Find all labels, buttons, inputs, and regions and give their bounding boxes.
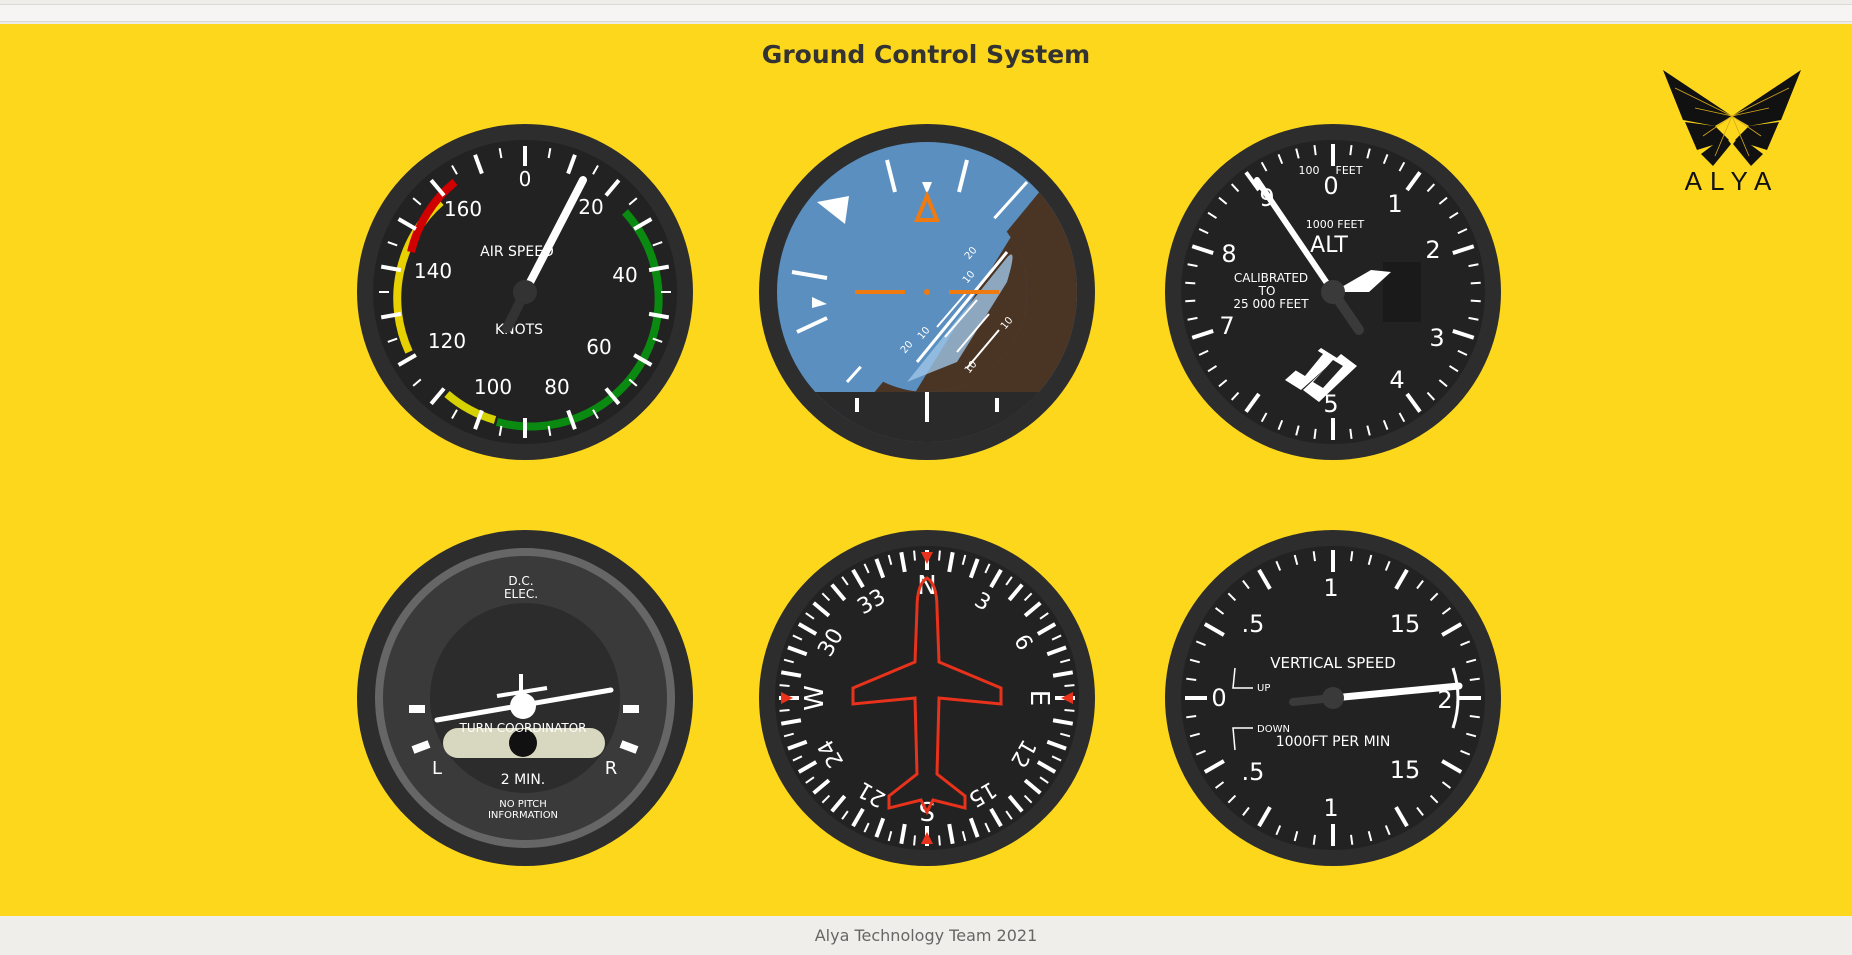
tick-mark (1470, 299, 1481, 303)
vsi-number: 0 (1211, 684, 1226, 712)
tick-mark (938, 835, 941, 846)
airspeed-indicator: 0 20 40 60 80 100 120 140 160 AIR SPEED … (355, 122, 695, 462)
airspeed-number: 120 (428, 329, 466, 353)
vsi-down-label: DOWN (1257, 724, 1290, 735)
altimeter-calibrated-label: TO (1258, 284, 1276, 298)
altimeter-number: 8 (1221, 240, 1236, 268)
tick-mark (1185, 281, 1196, 285)
airspeed-number: 40 (612, 263, 637, 287)
altimeter-number: 2 (1425, 236, 1440, 264)
tick-mark (1470, 281, 1481, 285)
vsi-number: 1 (1323, 574, 1338, 602)
vsi-number: 1 (1323, 794, 1338, 822)
two-min-label: 2 MIN. (501, 772, 546, 788)
tick-mark (913, 550, 916, 561)
tick-mark (1185, 299, 1196, 303)
elec-label: ELEC. (504, 587, 538, 601)
vsi-title: VERTICAL SPEED (1270, 654, 1396, 672)
vsi-number: 15 (1390, 610, 1421, 638)
altimeter-100-label: 100 (1299, 164, 1320, 177)
left-label: L (432, 758, 442, 779)
no-pitch-label: NO PITCH (499, 799, 547, 810)
altimeter-number: 7 (1219, 312, 1234, 340)
altimeter-alt-label: ALT (1310, 233, 1348, 258)
airspeed-number: 80 (544, 375, 569, 399)
tick-mark (1313, 145, 1317, 156)
tick-mark (1312, 834, 1316, 845)
airspeed-number: 160 (444, 197, 482, 221)
no-pitch-info-label: INFORMATION (488, 810, 558, 821)
right-label: R (605, 758, 618, 779)
vsi-number: .5 (1242, 610, 1265, 638)
alya-logo: ALYA (1655, 58, 1810, 198)
tick-mark (1349, 428, 1353, 439)
page-title: Ground Control System (761, 40, 1091, 69)
turn-coordinator: D.C. ELEC. TURN COORDINATOR 2 MIN. L R N… (355, 528, 695, 868)
heading-label: E (1024, 690, 1054, 706)
attitude-indicator: 20 10 10 20 10 10 (757, 122, 1097, 462)
footer-credit: Alya Technology Team 2021 (814, 926, 1038, 945)
altimeter-calibrated-label: 25 000 FEET (1233, 297, 1309, 311)
altimeter-kollsman-window (1383, 262, 1421, 322)
vertical-speed-indicator: 0 .5 1 15 2 15 1 .5 VERTICAL SPEED 1000F… (1163, 528, 1503, 868)
airspeed-number: 60 (586, 335, 611, 359)
top-bar-strip (0, 4, 1852, 22)
tick-mark (1350, 551, 1354, 562)
tick-mark (1350, 834, 1354, 845)
turn-coordinator-label: TURN COORDINATOR (459, 721, 587, 735)
altimeter-number: 3 (1429, 324, 1444, 352)
tick-mark (1064, 709, 1075, 712)
vsi-up-label: UP (1257, 683, 1270, 694)
tick-mark (913, 835, 916, 846)
dc-label: D.C. (508, 574, 533, 588)
logo-text: ALYA (1685, 166, 1780, 196)
aircraft-dot (924, 289, 930, 295)
tick-mark (1313, 428, 1317, 439)
tick-mark (1349, 145, 1353, 156)
airspeed-number: 0 (519, 167, 532, 191)
altimeter: 0 1 2 3 4 5 7 8 9 100 FEET 1000 FEET ALT… (1163, 122, 1503, 462)
altimeter-1000-label: 1000 FEET (1306, 218, 1365, 231)
airspeed-number: 100 (474, 375, 512, 399)
tick-mark (779, 709, 790, 712)
altimeter-number: 1 (1387, 190, 1402, 218)
vsi-unit: 1000FT PER MIN (1276, 734, 1391, 750)
tick-mark (1186, 715, 1197, 719)
vsi-number: 15 (1390, 756, 1421, 784)
heading-label: W (800, 685, 830, 711)
tick-mark (779, 684, 790, 687)
tick-mark (1312, 551, 1316, 562)
altimeter-calibrated-label: CALIBRATED (1234, 271, 1308, 285)
altimeter-number: 4 (1389, 366, 1404, 394)
tick-mark (1469, 677, 1480, 681)
heading-indicator: N 3 6 E 12 15 S 21 24 W 30 33 (757, 528, 1097, 868)
altimeter-feet-label: FEET (1336, 164, 1363, 177)
browser-top-bar (0, 0, 1852, 25)
vsi-number: .5 (1242, 758, 1265, 786)
tick-mark (1186, 677, 1197, 681)
airspeed-unit-label: KNOTS (495, 322, 543, 338)
tick-mark (1469, 715, 1480, 719)
airspeed-number: 140 (414, 259, 452, 283)
tick-mark (1064, 684, 1075, 687)
tick-mark (938, 550, 941, 561)
airspeed-number: 20 (578, 195, 603, 219)
butterfly-icon (1663, 70, 1801, 166)
